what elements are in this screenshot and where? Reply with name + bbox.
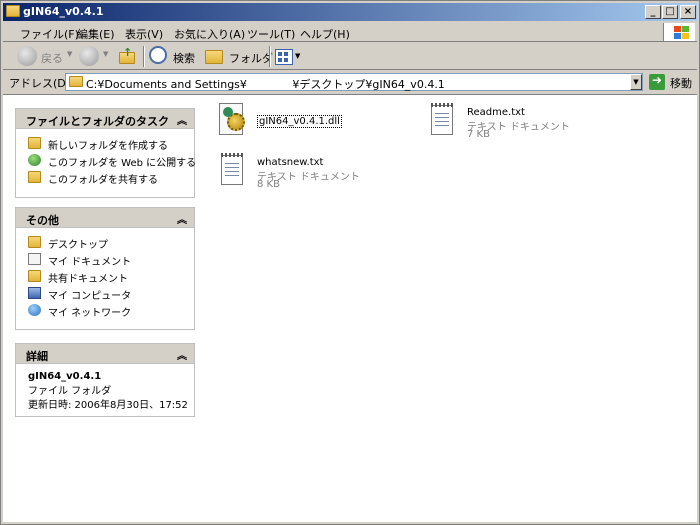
content-area: ファイルとフォルダのタスク ︽ 新しいフォルダを作成する このフォルダを Web… xyxy=(3,94,697,522)
up-folder-button[interactable]: ↑ xyxy=(117,46,137,68)
up-arrow-icon: ↑ xyxy=(123,46,133,59)
title-bar[interactable]: gIN64_v0.4.1 _ □ × xyxy=(3,3,697,21)
folder-icon xyxy=(69,76,83,87)
task-label: 新しいフォルダを作成する xyxy=(48,141,168,152)
back-label: 戻る xyxy=(41,52,63,65)
file-name: gIN64_v0.4.1.dll xyxy=(257,115,342,128)
folders-icon xyxy=(205,50,223,64)
address-path: C:¥Documents and Settings¥ ¥デスクトップ¥gIN64… xyxy=(86,78,445,91)
forward-arrow-icon xyxy=(79,46,99,66)
file-item-dll[interactable]: gIN64_v0.4.1.dll xyxy=(217,103,347,143)
pane-header[interactable]: 詳細 ︽ xyxy=(16,344,194,364)
task-new-folder[interactable]: 新しいフォルダを作成する xyxy=(16,135,194,152)
chevron-down-icon: ▼ xyxy=(103,50,109,58)
place-desktop[interactable]: デスクトップ xyxy=(16,234,194,251)
place-my-network[interactable]: マイ ネットワーク xyxy=(16,302,194,319)
other-places-pane: その他 ︽ デスクトップ マイ ドキュメント 共有ドキュメント マイ コンピュー… xyxy=(15,207,195,330)
search-icon xyxy=(149,46,167,64)
dll-file-icon xyxy=(217,103,249,139)
detail-name: gIN64_v0.4.1 xyxy=(28,371,102,382)
back-button[interactable]: 戻る ▼ xyxy=(17,46,77,68)
place-label: マイ ネットワーク xyxy=(48,308,132,319)
back-arrow-icon xyxy=(17,46,37,66)
views-button[interactable]: ▼ xyxy=(275,46,303,68)
collapse-chevron-icon[interactable]: ︽ xyxy=(177,211,187,226)
explorer-window: gIN64_v0.4.1 _ □ × ファイル(F) 編集(E) 表示(V) お… xyxy=(0,0,700,525)
forward-button[interactable]: ▼ xyxy=(79,46,113,68)
menu-help[interactable]: ヘルプ(H) xyxy=(300,26,350,42)
desktop-folder-icon xyxy=(28,236,41,248)
detail-modified: 更新日時: 2006年8月30日、17:52 xyxy=(28,400,188,411)
pane-header[interactable]: その他 ︽ xyxy=(16,208,194,228)
text-file-icon xyxy=(217,153,249,189)
file-item-whatsnew[interactable]: whatsnew.txt テキスト ドキュメント 8 KB xyxy=(217,153,367,193)
text-file-icon xyxy=(427,103,459,139)
place-label: 共有ドキュメント xyxy=(48,274,128,285)
task-publish-web[interactable]: このフォルダを Web に公開する xyxy=(16,152,197,169)
collapse-chevron-icon[interactable]: ︽ xyxy=(177,112,187,127)
task-label: このフォルダを Web に公開する xyxy=(48,158,197,169)
chevron-down-icon: ▼ xyxy=(67,50,73,58)
menu-edit[interactable]: 編集(E) xyxy=(77,26,115,42)
file-size: 8 KB xyxy=(257,179,280,190)
file-item-readme[interactable]: Readme.txt テキスト ドキュメント 7 KB xyxy=(427,103,577,143)
place-my-documents[interactable]: マイ ドキュメント xyxy=(16,251,194,268)
windows-logo-icon xyxy=(663,23,695,41)
menu-favorites[interactable]: お気に入り(A) xyxy=(174,26,245,42)
menu-view[interactable]: 表示(V) xyxy=(125,26,163,42)
search-button[interactable]: 検索 xyxy=(149,46,201,68)
address-label: アドレス(D) xyxy=(9,77,71,90)
address-dropdown-button[interactable]: ▼ xyxy=(630,74,642,90)
window-title: gIN64_v0.4.1 xyxy=(23,5,104,18)
menu-file[interactable]: ファイル(F) xyxy=(20,26,79,42)
minimize-button[interactable]: _ xyxy=(645,5,661,19)
new-folder-icon xyxy=(28,137,41,149)
task-share-folder[interactable]: このフォルダを共有する xyxy=(16,169,194,186)
my-network-icon xyxy=(28,304,41,316)
file-name: Readme.txt xyxy=(467,107,525,118)
detail-type: ファイル フォルダ xyxy=(28,386,112,397)
toolbar-separator xyxy=(143,46,145,67)
place-label: マイ ドキュメント xyxy=(48,257,132,268)
go-label: 移動 xyxy=(670,77,692,90)
task-label: このフォルダを共有する xyxy=(48,175,158,186)
chevron-down-icon: ▼ xyxy=(295,52,301,60)
close-button[interactable]: × xyxy=(680,5,696,19)
share-folder-icon xyxy=(28,171,41,183)
file-folder-tasks-pane: ファイルとフォルダのタスク ︽ 新しいフォルダを作成する このフォルダを Web… xyxy=(15,108,197,198)
folders-label: フォルダ xyxy=(229,52,273,65)
folders-button[interactable]: フォルダ xyxy=(205,46,273,68)
pane-title: 詳細 xyxy=(26,350,48,363)
collapse-chevron-icon[interactable]: ︽ xyxy=(177,347,187,362)
menu-tools[interactable]: ツール(T) xyxy=(247,26,295,42)
address-input[interactable]: C:¥Documents and Settings¥ ¥デスクトップ¥gIN64… xyxy=(65,73,643,91)
maximize-button[interactable]: □ xyxy=(662,5,678,19)
shared-documents-icon xyxy=(28,270,41,282)
address-bar: アドレス(D) C:¥Documents and Settings¥ ¥デスクト… xyxy=(3,71,697,93)
place-label: マイ コンピュータ xyxy=(48,291,132,302)
details-pane: 詳細 ︽ gIN64_v0.4.1 ファイル フォルダ 更新日時: 2006年8… xyxy=(15,343,195,417)
file-name: whatsnew.txt xyxy=(257,157,324,168)
pane-title: その他 xyxy=(26,214,59,227)
go-arrow-icon: ➜ xyxy=(649,73,665,90)
web-publish-icon xyxy=(28,154,41,166)
my-documents-icon xyxy=(28,253,41,265)
pane-title: ファイルとフォルダのタスク xyxy=(26,115,169,128)
search-label: 検索 xyxy=(173,52,195,65)
toolbar-separator xyxy=(269,46,271,67)
place-label: デスクトップ xyxy=(48,240,108,251)
my-computer-icon xyxy=(28,287,41,299)
file-size: 7 KB xyxy=(467,129,490,140)
place-shared-documents[interactable]: 共有ドキュメント xyxy=(16,268,194,285)
pane-header[interactable]: ファイルとフォルダのタスク ︽ xyxy=(16,109,194,129)
toolbar: 戻る ▼ ▼ ↑ 検索 フォルダ ▼ xyxy=(3,43,697,70)
views-icon xyxy=(275,49,293,65)
folder-icon xyxy=(6,5,20,17)
menu-bar: ファイル(F) 編集(E) 表示(V) お気に入り(A) ツール(T) ヘルプ(… xyxy=(3,22,697,42)
place-my-computer[interactable]: マイ コンピュータ xyxy=(16,285,194,302)
